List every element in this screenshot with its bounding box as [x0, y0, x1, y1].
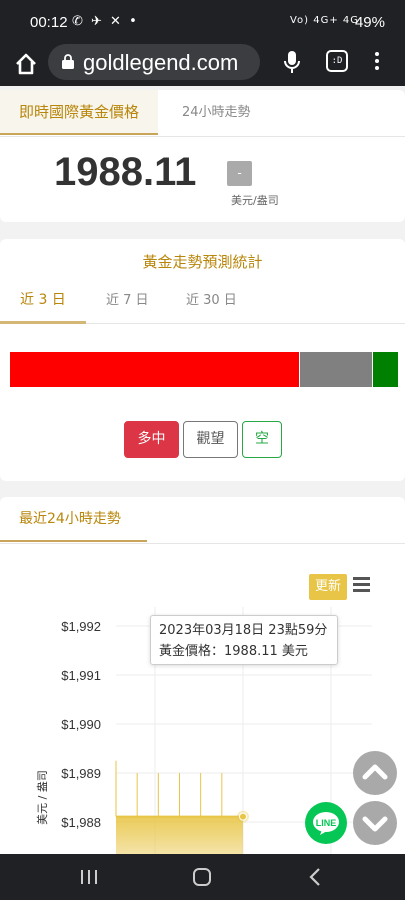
forecast-distribution-bar	[10, 352, 398, 387]
tab-24h-trend[interactable]: 24小時走勢	[182, 90, 251, 135]
notification-icons: ✆ ✈ ✕ •	[72, 14, 139, 29]
y-tick-label: $1,988	[61, 815, 101, 830]
realtime-price-card: 即時國際黃金價格 24小時走勢 1988.11 - 美元/盎司	[0, 90, 405, 222]
page-content: 即時國際黃金價格 24小時走勢 1988.11 - 美元/盎司 黃金走勢預測統計…	[0, 86, 405, 854]
line-icon: LINE	[313, 812, 339, 835]
back-icon[interactable]	[308, 867, 322, 887]
network-icons: Vo) 4G+ 4G	[289, 15, 359, 26]
y-axis-label: 美元 / 盎司	[35, 770, 49, 825]
bull-segment	[10, 352, 299, 387]
bear-button[interactable]: 空	[242, 421, 282, 458]
microphone-icon[interactable]	[282, 50, 302, 76]
forecast-title: 黃金走勢預測統計	[142, 253, 263, 271]
system-nav-bar	[0, 854, 405, 900]
area-fill	[116, 816, 243, 854]
line-share-button[interactable]: LINE	[305, 802, 347, 844]
tooltip-price: 黃金價格：1988.11 美元	[159, 644, 308, 659]
tab-24h-trend-chart[interactable]: 最近24小時走勢	[0, 497, 147, 542]
tab-realtime-price[interactable]: 即時國際黃金價格	[0, 90, 158, 135]
battery-level: 49%	[354, 14, 385, 31]
bear-segment	[373, 352, 398, 387]
tab-switcher-icon[interactable]: :D	[326, 50, 348, 72]
lock-icon	[62, 54, 74, 69]
chevron-up-icon	[362, 764, 388, 780]
home-icon[interactable]	[12, 50, 40, 78]
browser-toolbar: goldlegend.com :D	[0, 44, 405, 86]
chart-tooltip: 2023年03月18日 23點59分 黃金價格：1988.11 美元	[150, 615, 338, 665]
divider	[0, 136, 405, 137]
status-bar: 00:12 ✆ ✈ ✕ • Vo) 4G+ 4G 49%	[0, 0, 405, 44]
y-tick-label: $1,992	[61, 619, 101, 634]
tab-7-days[interactable]: 近 7 日	[106, 289, 149, 308]
neutral-segment	[300, 352, 372, 387]
watch-button[interactable]: 觀望	[183, 421, 238, 458]
forecast-card: 黃金走勢預測統計 近 3 日 近 7 日 近 30 日 多中 觀望 空	[0, 239, 405, 481]
chart-menu-icon[interactable]	[353, 577, 370, 592]
scroll-bottom-button[interactable]	[353, 801, 397, 845]
url-text: goldlegend.com	[83, 50, 239, 75]
y-tick-label: $1,990	[61, 717, 101, 732]
more-options-icon[interactable]	[372, 50, 382, 74]
home-nav-icon[interactable]	[193, 868, 211, 886]
trend-card: 最近24小時走勢 $1,992$1,991$1,990$1,989$1,988$…	[0, 497, 405, 854]
tab-3-days[interactable]: 近 3 日	[20, 289, 66, 309]
data-point	[239, 812, 247, 821]
active-tab-indicator	[0, 321, 86, 324]
price-unit: 美元/盎司	[231, 194, 279, 207]
svg-text:LINE: LINE	[316, 818, 337, 828]
address-bar[interactable]: goldlegend.com	[48, 44, 260, 80]
price-change-badge: -	[227, 161, 252, 186]
tab-30-days[interactable]: 近 30 日	[186, 289, 237, 308]
status-time: 00:12	[30, 14, 68, 31]
tooltip-datetime: 2023年03月18日 23點59分	[159, 623, 328, 638]
recent-apps-icon[interactable]	[81, 870, 99, 884]
gold-price-value: 1988.11	[54, 150, 197, 194]
update-button[interactable]: 更新	[309, 574, 347, 600]
scroll-top-button[interactable]	[353, 751, 397, 795]
chevron-down-icon	[362, 816, 388, 832]
bull-button[interactable]: 多中	[124, 421, 179, 458]
y-tick-label: $1,989	[61, 766, 101, 781]
y-tick-label: $1,991	[61, 668, 101, 683]
